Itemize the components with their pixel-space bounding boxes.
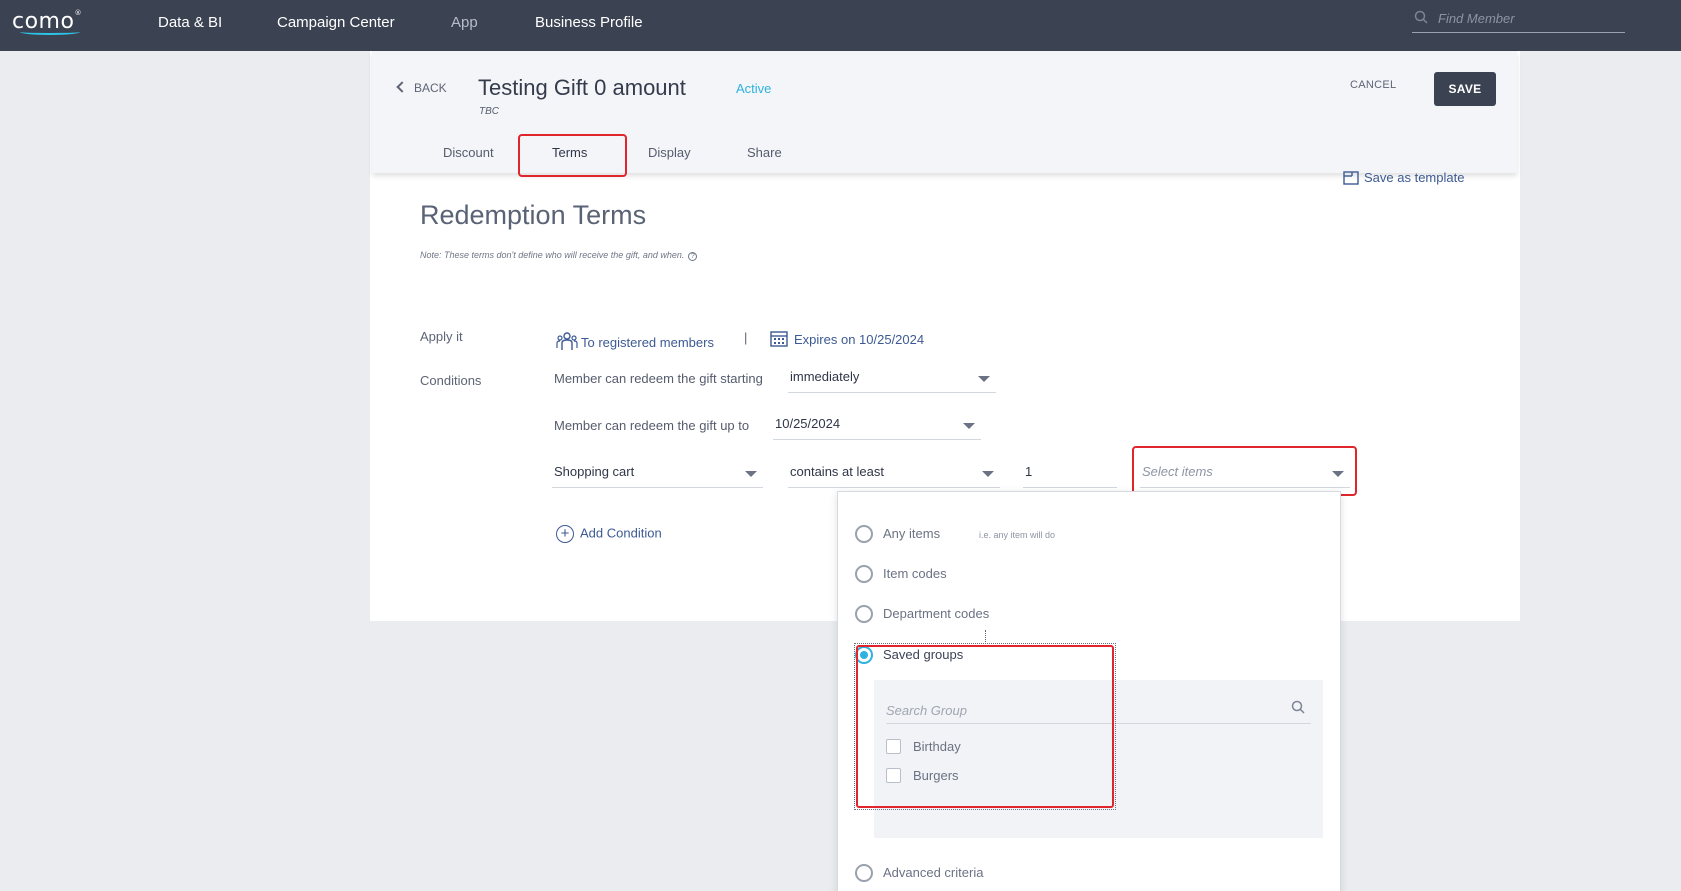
- find-member-input[interactable]: [1438, 8, 1618, 28]
- back-label: BACK: [414, 81, 447, 95]
- search-icon: [1414, 10, 1428, 24]
- caret-down-icon: [963, 423, 975, 429]
- operator-dropdown[interactable]: contains at least: [788, 460, 1000, 488]
- add-condition-button[interactable]: + Add Condition: [556, 525, 662, 543]
- find-member-search: [1412, 6, 1625, 33]
- save-as-template-label: Save as template: [1364, 170, 1465, 185]
- template-icon: [1343, 171, 1359, 185]
- separator: |: [744, 330, 748, 345]
- select-items-panel: Any items i.e. any item will do Item cod…: [837, 491, 1341, 891]
- terms-note-text: Note: These terms don't define who will …: [420, 250, 685, 260]
- search-icon[interactable]: [1291, 700, 1305, 714]
- expiration-link[interactable]: Expires on 10/25/2024: [770, 327, 924, 347]
- calendar-icon: [770, 331, 788, 347]
- start-dropdown[interactable]: immediately: [788, 365, 996, 393]
- registered-members-label: To registered members: [581, 335, 714, 350]
- radio-button[interactable]: [855, 605, 873, 623]
- nav-item-business-profile[interactable]: Business Profile: [535, 12, 643, 34]
- condition-end-text: Member can redeem the gift up to: [554, 418, 750, 433]
- tab-share[interactable]: Share: [747, 145, 782, 163]
- quantity-input[interactable]: 1: [1023, 460, 1117, 488]
- radio-button[interactable]: [855, 525, 873, 543]
- apply-it-label: Apply it: [420, 329, 463, 344]
- status-badge: Active: [736, 81, 772, 96]
- registered-members-link[interactable]: To registered members: [556, 327, 714, 350]
- help-icon[interactable]: ?: [688, 252, 698, 261]
- members-icon: [556, 332, 578, 350]
- cart-field-dropdown[interactable]: Shopping cart: [552, 460, 763, 488]
- end-date-dropdown[interactable]: 10/25/2024: [773, 412, 981, 440]
- caret-down-icon: [978, 376, 990, 382]
- gift-header: BACK Testing Gift 0 amount TBC Active CA…: [372, 51, 1517, 177]
- save-button[interactable]: SAVE: [1434, 72, 1496, 106]
- cancel-button[interactable]: CANCEL: [1350, 79, 1396, 91]
- nav-item-data-bi[interactable]: Data & BI: [158, 12, 222, 34]
- top-nav: como® Data & BI Campaign Center App Busi…: [0, 0, 1681, 51]
- saved-groups-highlight: [854, 643, 1116, 810]
- chevron-left-icon: [396, 81, 408, 93]
- cart-field-value: Shopping cart: [554, 464, 635, 479]
- option-label: Advanced criteria: [883, 865, 984, 880]
- operator-value: contains at least: [790, 464, 884, 479]
- gift-title[interactable]: Testing Gift 0 amount: [478, 75, 686, 101]
- select-items-highlight: [1132, 446, 1357, 496]
- back-button[interactable]: BACK: [396, 80, 447, 96]
- divider: [985, 630, 986, 644]
- option-label: Any items: [883, 526, 941, 541]
- terms-note: Note: These terms don't define who will …: [420, 250, 698, 261]
- como-logo[interactable]: como®: [12, 9, 96, 35]
- radio-button[interactable]: [855, 864, 873, 882]
- plus-icon: +: [556, 525, 574, 543]
- nav-item-app[interactable]: App: [451, 12, 478, 34]
- save-as-template-button[interactable]: Save as template: [1343, 168, 1464, 185]
- gift-subtitle[interactable]: TBC: [479, 106, 499, 117]
- option-label: Department codes: [883, 606, 990, 621]
- conditions-label: Conditions: [420, 373, 482, 388]
- radio-button[interactable]: [855, 565, 873, 583]
- option-label: Item codes: [883, 566, 947, 581]
- add-condition-label: Add Condition: [580, 525, 662, 541]
- tab-discount[interactable]: Discount: [443, 145, 494, 163]
- page-title: Redemption Terms: [420, 200, 647, 230]
- end-date-value: 10/25/2024: [775, 416, 841, 431]
- caret-down-icon: [745, 471, 757, 477]
- option-hint: i.e. any item will do: [979, 530, 1056, 540]
- condition-start-text: Member can redeem the gift starting: [554, 371, 763, 386]
- start-dropdown-value: immediately: [790, 369, 860, 384]
- tab-display[interactable]: Display: [648, 145, 691, 163]
- nav-item-campaign-center[interactable]: Campaign Center: [277, 12, 395, 34]
- terms-tab-highlight: [518, 134, 627, 177]
- caret-down-icon: [982, 471, 994, 477]
- expiration-label: Expires on 10/25/2024: [794, 332, 925, 347]
